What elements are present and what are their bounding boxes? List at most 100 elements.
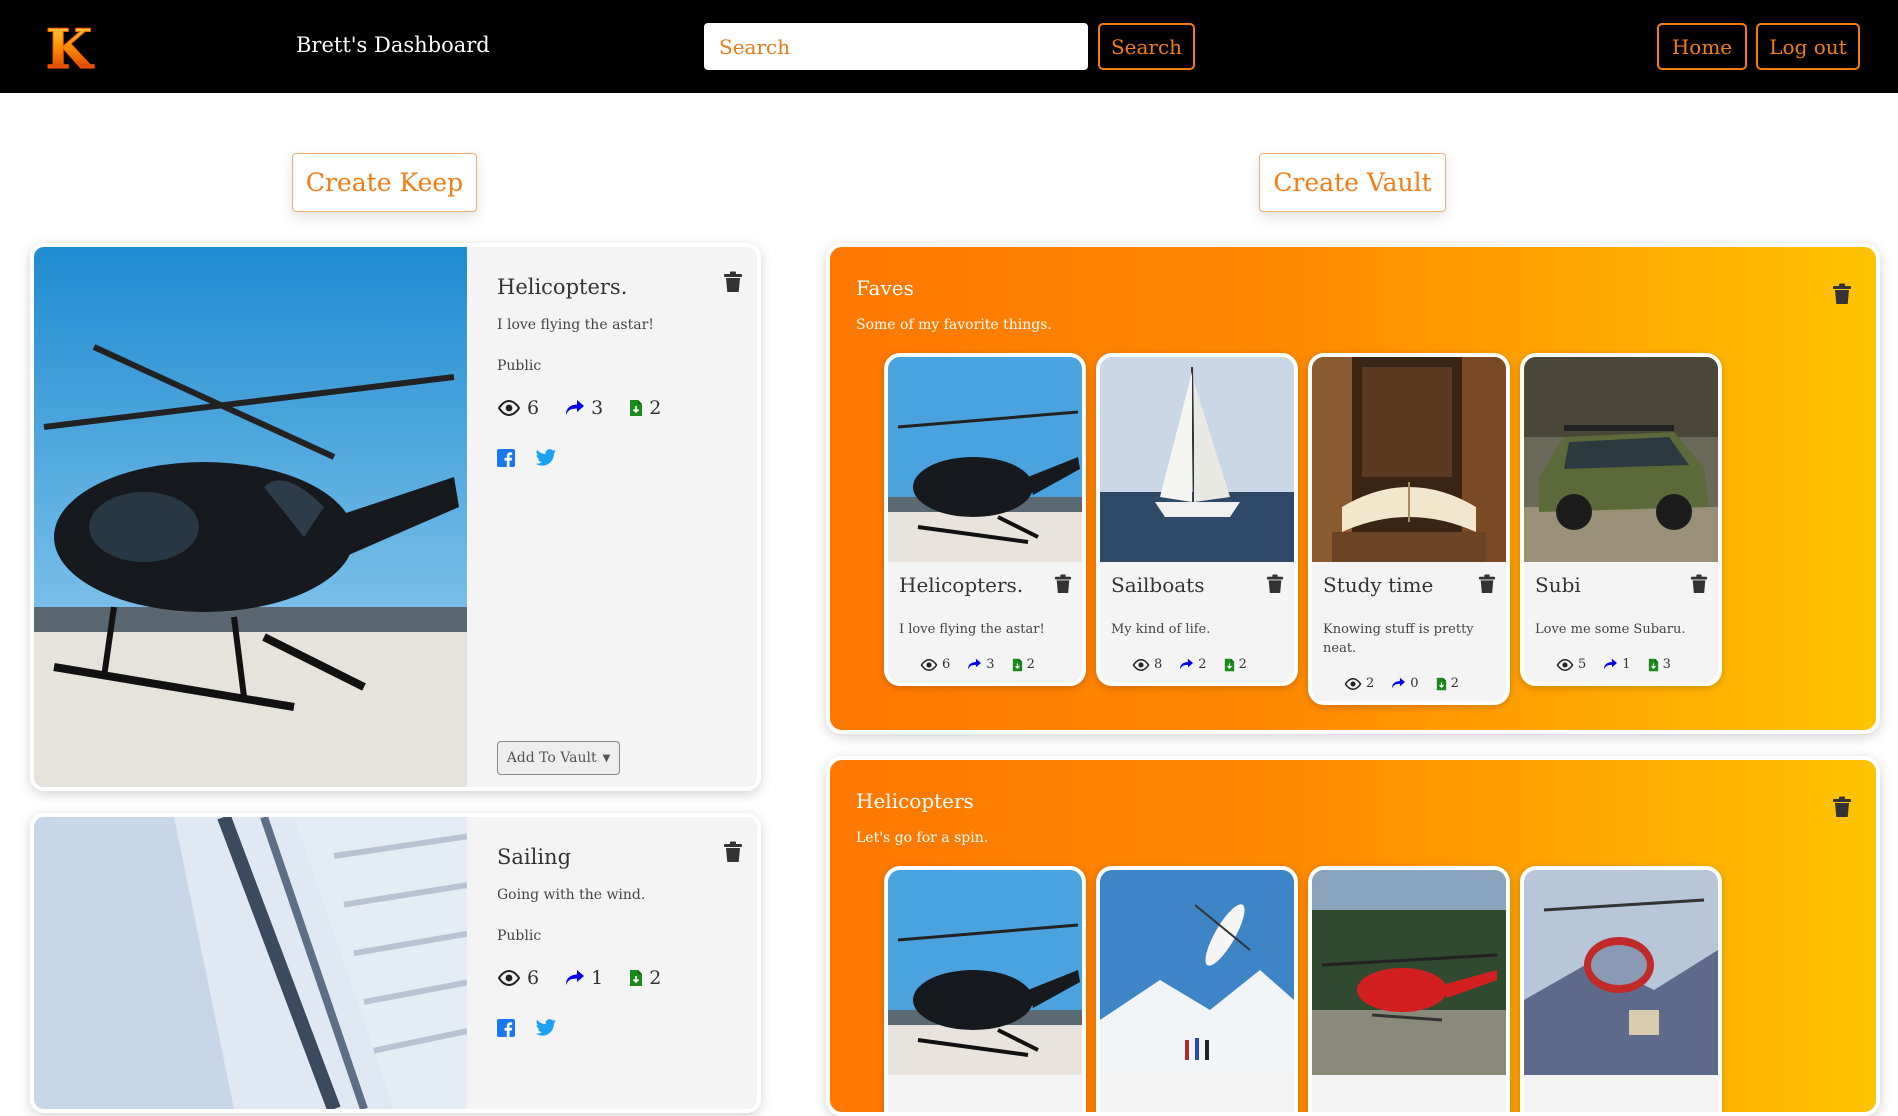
views-stat: 8 bbox=[1132, 657, 1162, 672]
share-icon bbox=[1603, 658, 1618, 671]
trash-icon[interactable] bbox=[723, 271, 743, 293]
views-count: 6 bbox=[527, 397, 540, 419]
keep-image-sailboat[interactable] bbox=[1100, 357, 1294, 562]
vault-keep-card[interactable] bbox=[1096, 866, 1298, 1112]
vault-keep-card[interactable]: Subi Love me some Subaru. 5 1 3 bbox=[1520, 353, 1722, 686]
shares-stat: 1 bbox=[565, 967, 603, 989]
mini-keep-description: My kind of life. bbox=[1111, 622, 1211, 637]
create-keep-button[interactable]: Create Keep bbox=[292, 153, 477, 212]
vault-name: Faves bbox=[856, 276, 914, 300]
mini-keep-description: Love me some Subaru. bbox=[1535, 622, 1686, 637]
file-download-icon bbox=[1648, 658, 1659, 672]
views-count: 6 bbox=[942, 657, 951, 672]
vault-card[interactable]: Helicopters Let's go for a spin. bbox=[826, 756, 1880, 1116]
twitter-icon[interactable] bbox=[535, 449, 557, 467]
views-stat: 5 bbox=[1556, 657, 1586, 672]
keeps-count: 2 bbox=[649, 967, 662, 989]
trash-icon[interactable] bbox=[1478, 574, 1496, 594]
social-links bbox=[497, 1019, 557, 1037]
mini-keep-title: Helicopters. bbox=[899, 573, 1024, 597]
logo-letter: K bbox=[46, 18, 95, 76]
keeps-count: 3 bbox=[1662, 657, 1671, 672]
create-vault-button[interactable]: Create Vault bbox=[1259, 153, 1446, 212]
vault-keep-card[interactable]: Sailboats My kind of life. 8 2 2 bbox=[1096, 353, 1298, 686]
keeps-count: 2 bbox=[1026, 657, 1035, 672]
keep-image-books[interactable] bbox=[1312, 357, 1506, 562]
trash-icon[interactable] bbox=[1266, 574, 1284, 594]
views-count: 6 bbox=[527, 967, 540, 989]
keep-title: Sailing bbox=[497, 845, 572, 869]
mini-keep-description: I love flying the astar! bbox=[899, 622, 1045, 637]
eye-icon bbox=[497, 400, 521, 416]
keep-image-helicopter-snow[interactable] bbox=[1100, 870, 1294, 1075]
share-icon bbox=[967, 658, 982, 671]
add-to-vault-label: Add To Vault bbox=[506, 750, 597, 766]
mini-keep-stats: 2 0 2 bbox=[1344, 676, 1459, 691]
trash-icon[interactable] bbox=[1832, 796, 1852, 818]
eye-icon bbox=[1556, 659, 1574, 671]
mini-keep-stats: 8 2 2 bbox=[1132, 657, 1247, 672]
trash-icon[interactable] bbox=[1690, 574, 1708, 594]
keeps-count: 2 bbox=[649, 397, 662, 419]
vault-keep-card[interactable] bbox=[1308, 866, 1510, 1112]
keep-title: Helicopters. bbox=[497, 275, 628, 299]
views-stat: 6 bbox=[497, 397, 539, 419]
views-stat: 2 bbox=[1344, 676, 1374, 691]
mini-keep-stats: 6 3 2 bbox=[920, 657, 1035, 672]
trash-icon[interactable] bbox=[723, 841, 743, 863]
keep-image-helicopter[interactable] bbox=[888, 870, 1082, 1075]
vault-keep-card[interactable] bbox=[1520, 866, 1722, 1112]
facebook-icon[interactable] bbox=[497, 449, 515, 467]
mini-keep-title: Subi bbox=[1535, 573, 1581, 597]
trash-icon[interactable] bbox=[1054, 574, 1072, 594]
keep-image-helicopter[interactable] bbox=[34, 247, 467, 787]
twitter-icon[interactable] bbox=[535, 1019, 557, 1037]
shares-count: 3 bbox=[986, 657, 995, 672]
vault-keep-card[interactable] bbox=[884, 866, 1086, 1112]
shares-count: 2 bbox=[1198, 657, 1207, 672]
views-count: 5 bbox=[1578, 657, 1587, 672]
file-download-icon bbox=[1224, 658, 1235, 672]
logo-icon[interactable]: K bbox=[40, 17, 98, 82]
search-button[interactable]: Search bbox=[1098, 23, 1195, 70]
mini-keep-stats: 5 1 3 bbox=[1556, 657, 1671, 672]
logout-button[interactable]: Log out bbox=[1756, 23, 1860, 70]
keeps-count: 2 bbox=[1238, 657, 1247, 672]
trash-icon[interactable] bbox=[1832, 283, 1852, 305]
add-to-vault-dropdown[interactable]: Add To Vault ▼ bbox=[497, 741, 620, 775]
vault-keep-card[interactable]: Study time Knowing stuff is pretty neat.… bbox=[1308, 353, 1510, 705]
keep-stats: 6 1 2 bbox=[497, 967, 661, 989]
vault-card[interactable]: Faves Some of my favorite things. Helico… bbox=[826, 243, 1880, 734]
keeps-count: 2 bbox=[1450, 676, 1459, 691]
share-icon bbox=[565, 969, 585, 987]
keep-privacy: Public bbox=[497, 928, 542, 944]
keep-image-helicopter-mountain[interactable] bbox=[1524, 870, 1718, 1075]
vault-keep-card[interactable]: Helicopters. I love flying the astar! 6 … bbox=[884, 353, 1086, 686]
shares-stat: 3 bbox=[565, 397, 603, 419]
vault-name: Helicopters bbox=[856, 789, 974, 813]
file-download-icon bbox=[1436, 677, 1447, 691]
keep-privacy: Public bbox=[497, 358, 542, 374]
views-stat: 6 bbox=[497, 967, 539, 989]
keep-card[interactable]: Helicopters. I love flying the astar! Pu… bbox=[30, 243, 761, 791]
vault-description: Some of my favorite things. bbox=[856, 317, 1052, 333]
eye-icon bbox=[497, 970, 521, 986]
brand-title[interactable]: Brett's Dashboard bbox=[296, 33, 490, 57]
views-count: 2 bbox=[1366, 676, 1375, 691]
keep-description: Going with the wind. bbox=[497, 887, 646, 903]
keeps-stat: 2 bbox=[1012, 657, 1035, 672]
keep-card[interactable]: Sailing Going with the wind. Public 6 1 … bbox=[30, 813, 761, 1113]
keeps-stat: 2 bbox=[629, 397, 661, 419]
keep-image-helicopter[interactable] bbox=[888, 357, 1082, 562]
keep-image-red-helicopter[interactable] bbox=[1312, 870, 1506, 1075]
shares-count: 0 bbox=[1410, 676, 1419, 691]
search-input[interactable] bbox=[704, 23, 1088, 70]
keep-info-panel: Sailing Going with the wind. Public 6 1 … bbox=[467, 817, 757, 1109]
keep-image-subaru[interactable] bbox=[1524, 357, 1718, 562]
keep-image-sailing[interactable] bbox=[34, 817, 467, 1109]
facebook-icon[interactable] bbox=[497, 1019, 515, 1037]
keeps-stat: 2 bbox=[629, 967, 661, 989]
home-button[interactable]: Home bbox=[1657, 23, 1747, 70]
shares-stat: 2 bbox=[1179, 657, 1207, 672]
shares-count: 1 bbox=[591, 967, 604, 989]
